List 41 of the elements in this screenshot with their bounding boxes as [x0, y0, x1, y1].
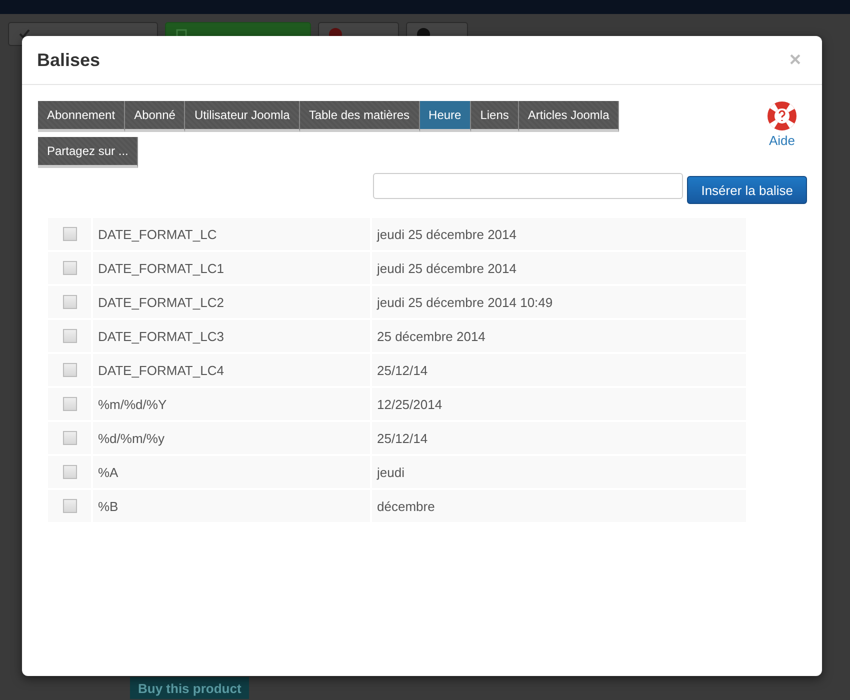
checkbox[interactable]	[63, 431, 77, 445]
search-field[interactable]	[373, 173, 684, 199]
table-cell: DATE_FORMAT_LC3	[91, 320, 370, 352]
table-cell: DATE_FORMAT_LC1	[91, 252, 370, 284]
table-cell: DATE_FORMAT_LC4	[91, 354, 370, 386]
table-cell: jeudi 25 décembre 2014 10:49	[370, 286, 746, 318]
tab[interactable]: Partagez sur ...	[38, 137, 138, 168]
table-cell: 25/12/14	[370, 354, 746, 386]
checkbox[interactable]	[63, 329, 77, 343]
table-cell: %d/%m/%y	[91, 422, 370, 454]
tab[interactable]: Liens	[471, 101, 519, 132]
checkbox[interactable]	[63, 397, 77, 411]
tab[interactable]: Utilisateur Joomla	[185, 101, 300, 132]
table-cell: DATE_FORMAT_LC2	[91, 286, 370, 318]
checkbox[interactable]	[63, 261, 77, 275]
table-cell: 25/12/14	[370, 422, 746, 454]
tab[interactable]: Articles Joomla	[518, 101, 620, 132]
table-cell: %B	[91, 490, 370, 522]
checkbox[interactable]	[63, 363, 77, 377]
table-cell: 12/25/2014	[370, 388, 746, 420]
checkbox[interactable]	[63, 499, 77, 513]
table-cell: jeudi	[370, 456, 746, 488]
buy-button[interactable]: Buy this product	[130, 677, 250, 699]
insert-button[interactable]: Insérer la balise	[687, 176, 807, 204]
tab[interactable]: Abonné	[125, 101, 186, 132]
table-cell: %A	[91, 456, 370, 488]
tab[interactable]: Abonnement	[38, 101, 126, 132]
table-cell: décembre	[370, 490, 746, 522]
checkbox[interactable]	[63, 465, 77, 479]
checkbox[interactable]	[63, 227, 77, 241]
table-cell: 25 décembre 2014	[370, 320, 746, 352]
table-cell: jeudi 25 décembre 2014	[370, 218, 746, 250]
modal-title: Balises	[37, 50, 100, 70]
check-icon	[19, 29, 30, 39]
table-cell: DATE_FORMAT_LC	[91, 218, 370, 250]
tab[interactable]: Table des matières	[300, 101, 420, 132]
tab[interactable]: Heure	[420, 101, 472, 132]
checkbox[interactable]	[63, 295, 77, 309]
table-cell: %m/%d/%Y	[91, 388, 370, 420]
lifebuoy-icon	[767, 101, 797, 131]
table-cell: jeudi 25 décembre 2014	[370, 252, 746, 284]
